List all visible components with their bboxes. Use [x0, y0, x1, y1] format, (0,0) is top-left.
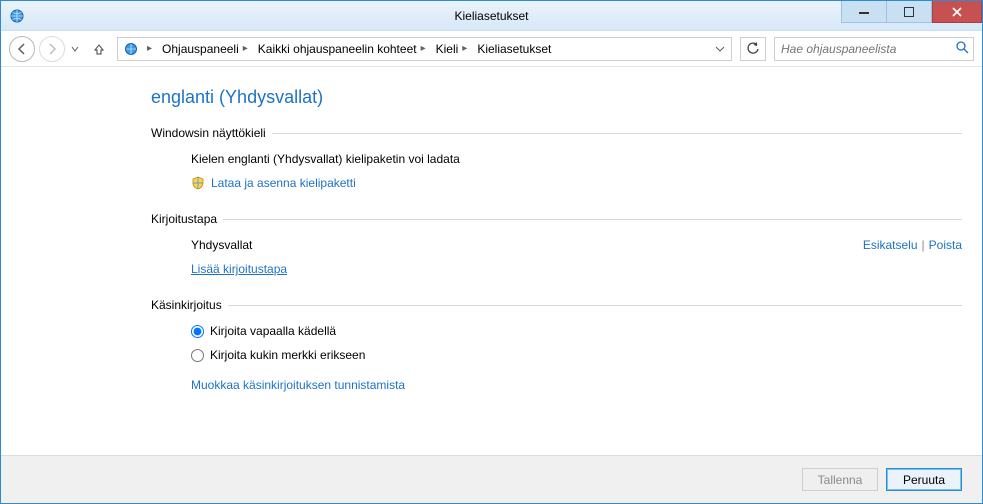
breadcrumb-item[interactable]: Kieli ▸ — [433, 42, 473, 56]
address-dropdown-icon[interactable] — [715, 44, 727, 54]
remove-link[interactable]: Poista — [929, 238, 962, 252]
radio-label: Kirjoita vapaalla kädellä — [210, 324, 336, 338]
input-method-row: Yhdysvallat Esikatselu | Poista — [191, 238, 962, 252]
breadcrumb-label: Ohjauspaneeli — [162, 42, 239, 56]
search-box[interactable] — [774, 37, 974, 61]
edit-handwriting-link[interactable]: Muokkaa käsinkirjoituksen tunnistamista — [191, 378, 405, 392]
window-title: Kieliasetukset — [1, 9, 982, 23]
breadcrumb-item[interactable]: Kieliasetukset — [474, 42, 554, 56]
breadcrumb-label: Kieli — [436, 42, 459, 56]
minimize-button[interactable] — [841, 1, 887, 23]
chevron-right-icon: ▸ — [460, 43, 469, 54]
section-header-label: Windowsin näyttökieli — [151, 126, 272, 140]
shield-icon — [191, 176, 205, 190]
display-language-desc: Kielen englanti (Yhdysvallat) kielipaket… — [191, 152, 962, 166]
save-button[interactable]: Tallenna — [802, 468, 878, 491]
breadcrumb-item[interactable]: Kaikki ohjauspaneelin kohteet ▸ — [255, 42, 431, 56]
section-header: Windowsin näyttökieli — [151, 126, 962, 140]
refresh-button[interactable] — [740, 37, 766, 61]
section-header: Kirjoitustapa — [151, 212, 962, 226]
chevron-right-icon: ▸ — [419, 43, 428, 54]
section-rule — [223, 219, 962, 220]
up-button[interactable] — [89, 39, 109, 59]
search-icon[interactable] — [955, 40, 969, 57]
maximize-button[interactable] — [886, 1, 932, 23]
section-header-label: Käsinkirjoitus — [151, 298, 228, 312]
section-rule — [272, 133, 962, 134]
preview-link[interactable]: Esikatselu — [863, 238, 918, 252]
search-input[interactable] — [779, 41, 955, 57]
page-title: englanti (Yhdysvallat) — [151, 87, 962, 108]
handwriting-option-free[interactable]: Kirjoita vapaalla kädellä — [191, 324, 962, 338]
breadcrumb-item[interactable]: Ohjauspaneeli ▸ — [159, 42, 253, 56]
close-button[interactable] — [932, 1, 982, 23]
input-method-name: Yhdysvallat — [191, 238, 252, 252]
breadcrumb-label: Kaikki ohjauspaneelin kohteet — [258, 42, 417, 56]
window-icon — [1, 8, 33, 24]
add-input-method-link[interactable]: Lisää kirjoitustapa — [191, 262, 287, 276]
section-rule — [228, 305, 962, 306]
download-language-pack-link[interactable]: Lataa ja asenna kielipaketti — [211, 176, 356, 190]
chevron-right-icon: ▸ — [241, 43, 250, 54]
titlebar: Kieliasetukset — [1, 1, 982, 31]
breadcrumb-root-chevron[interactable]: ▸ — [142, 43, 157, 54]
radio-char[interactable] — [191, 349, 204, 362]
back-button[interactable] — [9, 36, 35, 62]
window-controls — [842, 1, 982, 23]
location-icon — [122, 40, 140, 58]
handwriting-option-char[interactable]: Kirjoita kukin merkki erikseen — [191, 348, 962, 362]
forward-button[interactable] — [39, 36, 65, 62]
radio-label: Kirjoita kukin merkki erikseen — [210, 348, 365, 362]
footer: Tallenna Peruuta — [1, 455, 982, 503]
section-display-language: Windowsin näyttökieli Kielen englanti (Y… — [151, 126, 962, 190]
section-handwriting: Käsinkirjoitus Kirjoita vapaalla kädellä… — [151, 298, 962, 392]
history-dropdown-icon[interactable] — [69, 45, 81, 53]
section-input-method: Kirjoitustapa Yhdysvallat Esikatselu | P… — [151, 212, 962, 276]
address-bar[interactable]: ▸ Ohjauspaneeli ▸ Kaikki ohjauspaneelin … — [117, 37, 732, 61]
navigation-bar: ▸ Ohjauspaneeli ▸ Kaikki ohjauspaneelin … — [1, 31, 982, 67]
radio-free[interactable] — [191, 325, 204, 338]
section-header-label: Kirjoitustapa — [151, 212, 223, 226]
separator: | — [922, 238, 925, 252]
cancel-button[interactable]: Peruuta — [886, 468, 962, 491]
text: Kielen englanti (Yhdysvallat) kielipaket… — [191, 152, 460, 166]
window-frame: Kieliasetukset — [0, 0, 983, 504]
section-header: Käsinkirjoitus — [151, 298, 962, 312]
breadcrumb-label: Kieliasetukset — [477, 42, 551, 56]
content-area: englanti (Yhdysvallat) Windowsin näyttök… — [1, 67, 982, 455]
